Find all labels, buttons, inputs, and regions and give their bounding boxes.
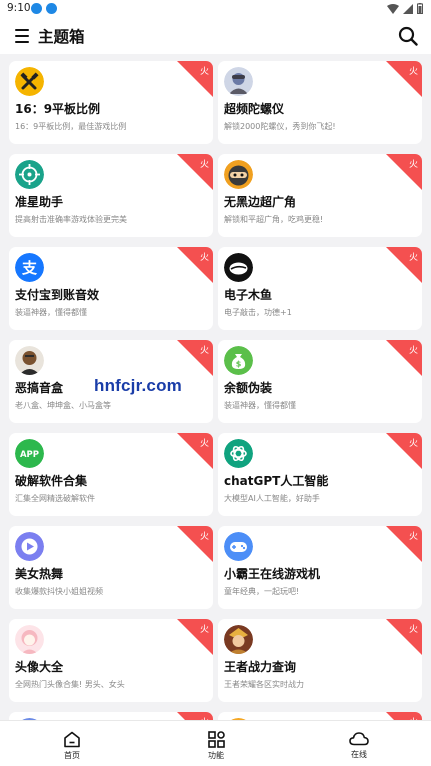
ninja-icon: [224, 160, 253, 189]
card-title: 无黑边超广角: [224, 195, 297, 209]
card-desc: 全网热门头像合集! 男头、女头: [15, 680, 125, 689]
status-bar: 9:10: [0, 0, 431, 18]
girl-avatar-icon: [15, 625, 44, 654]
feature-grid: 火 16：9平板比例 16：9平板比例，最佳游戏比例 火 超频陀螺仪 解锁200…: [0, 54, 431, 720]
card-desc: 王者荣耀各区实时战力: [224, 680, 304, 689]
feature-card[interactable]: 火 美女热舞 收集爆款抖快小姐姐视频: [9, 526, 213, 609]
card-desc: 电子敲击，功德+1: [224, 308, 292, 317]
feature-card[interactable]: 火 准星助手 提高射击准确率游戏体验更完美: [9, 154, 213, 237]
app-bar: 主题箱: [0, 18, 431, 54]
nav-item-home[interactable]: 首页: [42, 731, 102, 761]
feature-card[interactable]: 火 $ 余额伪装 装逼神器，懂得都懂: [218, 340, 422, 423]
card-title: 超频陀螺仪: [224, 102, 285, 116]
card-title: 头像大全: [15, 660, 64, 674]
hero-avatar-icon: [224, 625, 253, 654]
crosshair-icon: [15, 160, 44, 189]
feature-card[interactable]: 火 小霸王在线游戏机 童年经典，一起玩吧!: [218, 526, 422, 609]
alipay-icon: 支: [15, 253, 44, 282]
card-title: 王者战力查询: [224, 660, 297, 674]
feature-card[interactable]: 火 超频陀螺仪 解锁2000陀螺仪，秀到你飞起!: [218, 61, 422, 144]
feature-card[interactable]: 火 支 支付宝到账音效 装逼神器，懂得都懂: [9, 247, 213, 330]
hot-badge-label: 火: [199, 160, 209, 170]
hot-badge-label: 火: [408, 253, 418, 263]
wifi-icon: [387, 3, 399, 14]
card-title: 破解软件合集: [15, 474, 88, 488]
nav-label: 首页: [64, 751, 80, 760]
hot-badge-label: 火: [199, 346, 209, 356]
hot-badge-label: 火: [199, 532, 209, 542]
feature-card[interactable]: 火: [218, 712, 422, 720]
menu-icon[interactable]: [15, 29, 29, 43]
hot-badge-label: 火: [408, 160, 418, 170]
svg-text:$: $: [236, 360, 242, 369]
feature-card[interactable]: 火 chatGPT人工智能 大模型AI人工智能，好助手: [218, 433, 422, 516]
nav-label: 功能: [208, 751, 224, 760]
card-title: 准星助手: [15, 195, 64, 209]
card-title: 恶搞音盒: [15, 381, 64, 395]
feature-card[interactable]: 火 无黑边超广角 解锁和平超广角，吃鸡更稳!: [218, 154, 422, 237]
notification-icon: [46, 3, 57, 14]
cloud-icon: [349, 732, 369, 746]
money-bag-icon: $: [224, 346, 253, 375]
svg-text:支: 支: [21, 259, 38, 277]
hot-badge-label: 火: [199, 253, 209, 263]
hot-badge-label: 火: [408, 439, 418, 449]
card-desc: 大模型AI人工智能，好助手: [224, 494, 320, 503]
pubg-avatar-icon: [224, 67, 253, 96]
chatgpt-icon: [224, 439, 253, 468]
hot-badge-label: 火: [199, 625, 209, 635]
card-title: 小霸王在线游戏机: [224, 567, 321, 581]
nav-label: 在线: [351, 750, 367, 759]
signal-icon: [403, 3, 413, 14]
card-desc: 解锁和平超广角，吃鸡更稳!: [224, 215, 324, 224]
card-title: 美女热舞: [15, 567, 64, 581]
card-title: 电子木鱼: [224, 288, 273, 302]
hot-badge-label: 火: [408, 625, 418, 635]
status-time: 9:10: [7, 2, 31, 14]
home-icon: [64, 731, 80, 748]
watermark: hnfcjr.com: [94, 376, 182, 395]
card-title: 16：9平板比例: [15, 102, 101, 116]
card-desc: 汇集全网精选破解软件: [15, 494, 95, 503]
card-title: 余额伪装: [224, 381, 273, 395]
svg-text:APP: APP: [20, 450, 39, 460]
hammer-icon: [15, 67, 44, 96]
hot-badge-label: 火: [408, 346, 418, 356]
hot-badge-label: 火: [199, 67, 209, 77]
card-desc: 16：9平板比例，最佳游戏比例: [15, 122, 127, 131]
card-desc: 收集爆款抖快小姐姐视频: [15, 587, 103, 596]
feature-card[interactable]: 火 APP 破解软件合集 汇集全网精选破解软件: [9, 433, 213, 516]
gamepad-icon: [224, 532, 253, 561]
feature-card[interactable]: 火 王者战力查询 王者荣耀各区实时战力: [218, 619, 422, 702]
feature-card[interactable]: 火 16：9平板比例 16：9平板比例，最佳游戏比例: [9, 61, 213, 144]
nav-item-features[interactable]: 功能: [186, 731, 246, 761]
hot-badge-label: 火: [408, 67, 418, 77]
card-title: chatGPT人工智能: [224, 474, 329, 488]
app-icon: APP: [15, 439, 44, 468]
card-desc: 童年经典，一起玩吧!: [224, 587, 300, 596]
card-title: 支付宝到账音效: [15, 288, 100, 302]
search-icon[interactable]: [398, 26, 418, 46]
battery-icon: [417, 3, 423, 14]
card-desc: 装逼神器，懂得都懂: [15, 308, 87, 317]
prank-avatar-icon: [15, 346, 44, 375]
card-desc: 装逼神器，懂得都懂: [224, 401, 296, 410]
card-desc: 老八盒、坤坤盒、小马盒等: [15, 401, 111, 410]
page-title: 主题箱: [38, 28, 85, 46]
feature-card[interactable]: 火 电子木鱼 电子敲击，功德+1: [218, 247, 422, 330]
feature-card[interactable]: 火 头像大全 全网热门头像合集! 男头、女头: [9, 619, 213, 702]
nav-item-online[interactable]: 在线: [329, 731, 389, 760]
hot-badge-label: 火: [199, 439, 209, 449]
wooden-fish-icon: [224, 253, 253, 282]
feature-card[interactable]: 火: [9, 712, 213, 720]
hot-badge-label: 火: [408, 532, 418, 542]
card-desc: 解锁2000陀螺仪，秀到你飞起!: [224, 122, 336, 131]
play-icon: [15, 532, 44, 561]
grid-icon: [207, 731, 225, 748]
card-desc: 提高射击准确率游戏体验更完美: [15, 215, 127, 224]
bottom-nav: 首页 功能 在线: [0, 720, 431, 766]
notification-icon: [31, 3, 42, 14]
